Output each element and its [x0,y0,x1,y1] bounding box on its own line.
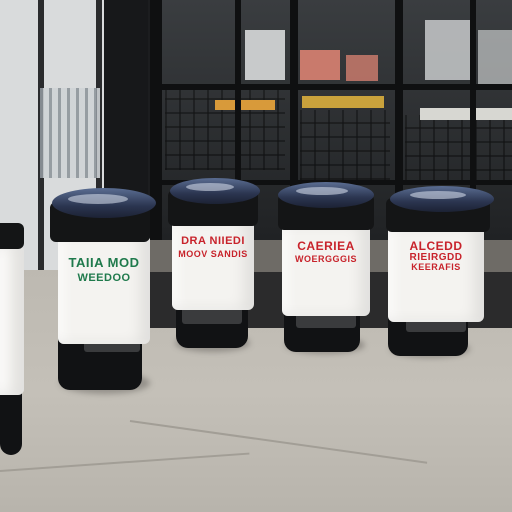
bin-label-line: MOOV SANDIS [178,248,248,259]
trash-bin-red-2: CAERIEA WOERGGGIS [276,182,378,354]
trash-bin-partial [0,205,30,465]
bin-label-line: WOERGGGIS [294,253,357,264]
sign-strip [302,96,384,108]
sign-strip [420,108,512,120]
transom [150,84,512,90]
lid-highlight [186,183,234,191]
trash-bin-red-1: DRA NIIEDI MOOV SANDIS [166,178,262,350]
railing [40,88,100,178]
bin-body: DRA NIIEDI MOOV SANDIS [172,220,254,310]
bin-label-line: TAIIA MOD [68,255,140,270]
window-pane [425,20,475,80]
bin-lid [390,186,494,212]
bin-label-line: ALCEDD [409,239,463,253]
bin-label-line: DRA NIIEDI [181,235,245,247]
bin-lid [170,178,260,204]
bin-lid [278,182,374,208]
bin-label: CAERIEA WOERGGGIS [282,240,370,264]
lid-highlight [296,187,348,195]
bin-rim [0,223,24,249]
window-grille [405,115,512,185]
window-pane [245,30,285,80]
window-poster [300,50,340,80]
sign-strip [215,100,275,110]
bin-body: ALCEDD RIEIRGDD KEERAFIS [388,226,484,322]
trash-bin-red-3: ALCEDD RIEIRGDD KEERAFIS [384,186,496,358]
window-grille [300,110,390,180]
street-scene: TAIIA MOD WEEDOO DRA NIIEDI MOOV SANDIS … [0,0,512,512]
lid-highlight [410,191,466,199]
bin-label-line: WEEDOO [77,271,131,284]
bin-body: CAERIEA WOERGGGIS [282,224,370,316]
trash-bin-green: TAIIA MOD WEEDOO [50,188,158,393]
bin-body [0,245,24,395]
bin-label-line: KEERAFIS [411,262,461,273]
window-pane [478,30,512,85]
bin-label: TAIIA MOD WEEDOO [58,256,150,284]
bin-body: TAIIA MOD WEEDOO [58,234,150,344]
lid-highlight [68,194,128,204]
bin-label: ALCEDD RIEIRGDD KEERAFIS [388,240,484,273]
window-poster [346,55,378,81]
bin-label-line: CAERIEA [297,239,355,253]
bin-label: DRA NIIEDI MOOV SANDIS [172,235,254,259]
